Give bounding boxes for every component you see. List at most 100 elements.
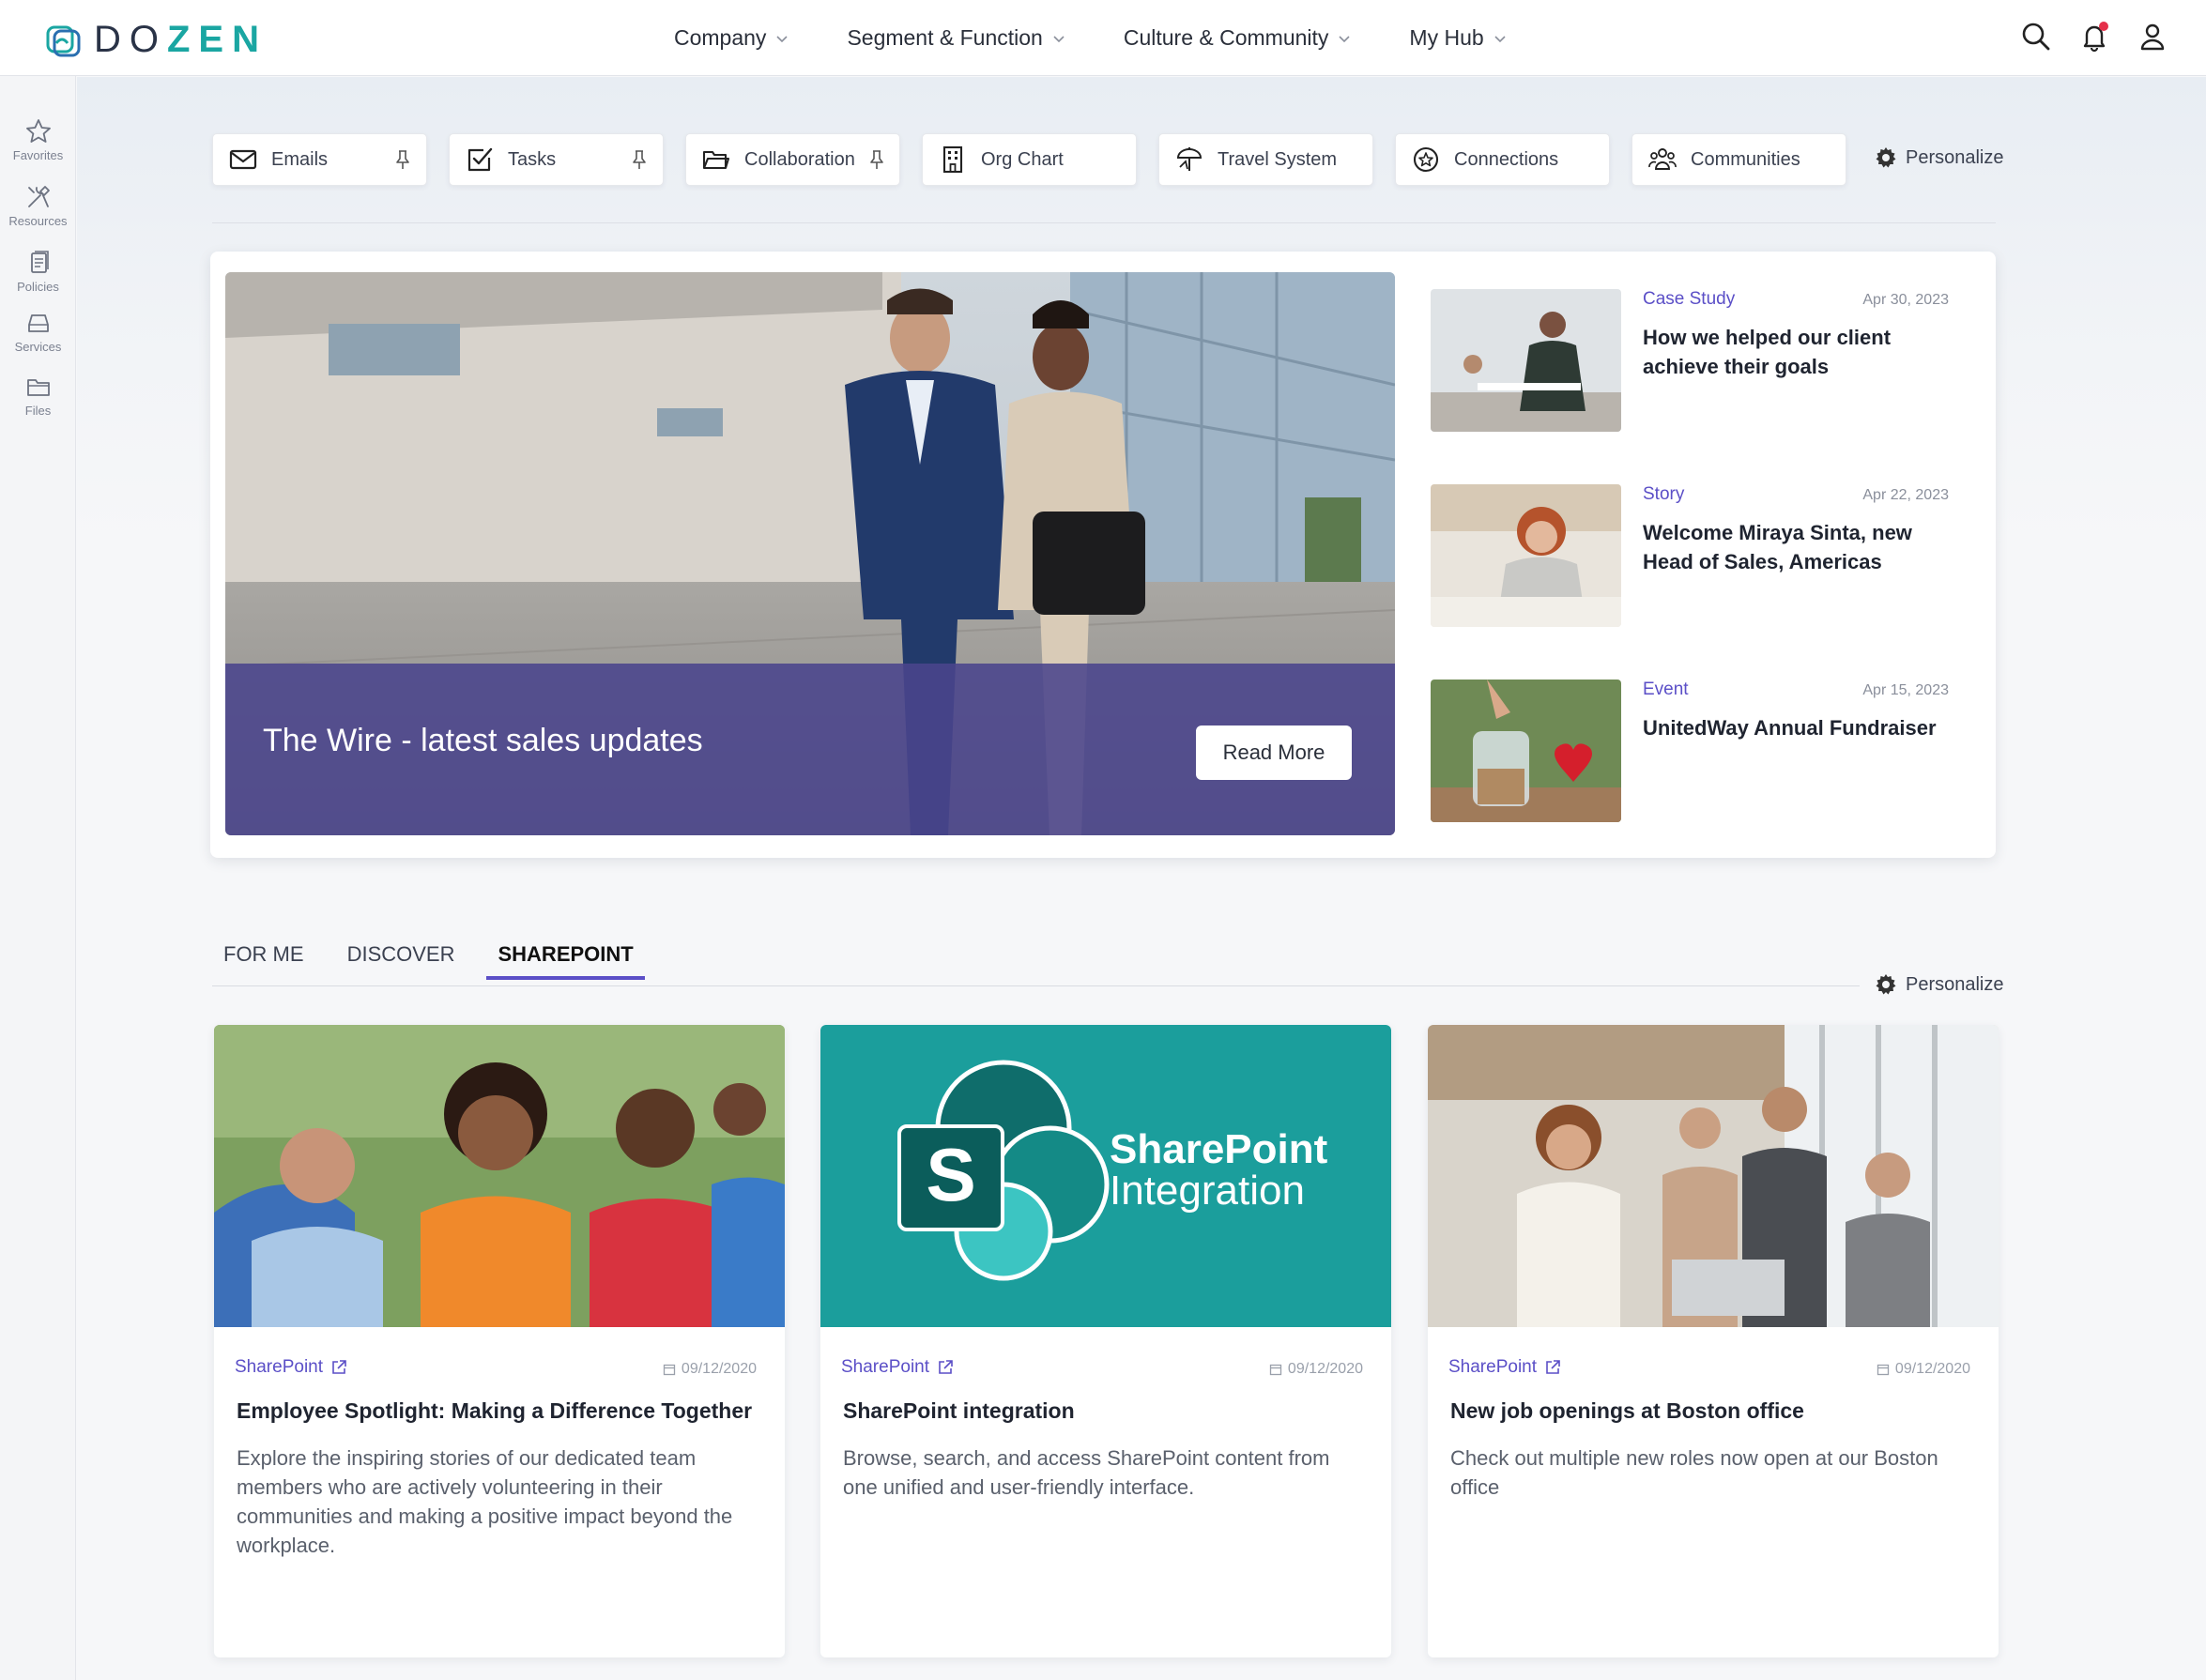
- card-photo: [1428, 1025, 1999, 1327]
- tab-sharepoint[interactable]: SHAREPOINT: [486, 937, 645, 980]
- notification-badge: [2099, 22, 2108, 31]
- quick-link-emails[interactable]: Emails: [212, 133, 427, 186]
- news-category: Case Study: [1643, 289, 1736, 309]
- quick-link-tasks[interactable]: Tasks: [449, 133, 664, 186]
- pin-icon[interactable]: [631, 149, 648, 170]
- star-icon: [25, 119, 51, 143]
- rail-item-services[interactable]: Services: [0, 309, 76, 356]
- quick-link-label: Emails: [271, 148, 329, 170]
- quick-link-label: Tasks: [508, 148, 557, 170]
- tab-discover[interactable]: DISCOVER: [336, 937, 467, 980]
- tab-for-me[interactable]: FOR ME: [212, 937, 315, 980]
- card-description: Check out multiple new roles now open at…: [1450, 1446, 1938, 1499]
- news-date: Apr 30, 2023: [1862, 292, 1949, 308]
- left-rail: Favorites Resources Policies Services Fi…: [0, 76, 76, 1680]
- quick-link-connections[interactable]: Connections: [1395, 133, 1610, 186]
- dozen-logo[interactable]: DOZEN: [45, 19, 268, 61]
- pin-icon[interactable]: [868, 149, 885, 170]
- rail-item-resources[interactable]: Resources: [0, 183, 76, 230]
- tabs-divider: [212, 985, 1860, 986]
- card-source[interactable]: SharePoint: [235, 1357, 347, 1378]
- content-card-boston-jobs[interactable]: SharePoint 09/12/2020 New job openings a…: [1428, 1025, 1999, 1657]
- quick-link-collaboration[interactable]: Collaboration: [685, 133, 900, 186]
- rail-item-label: Favorites: [12, 148, 64, 162]
- nav-item-culture-community[interactable]: Culture & Community: [1124, 25, 1352, 51]
- calendar-icon: [1877, 1364, 1890, 1376]
- quick-link-label: Communities: [1691, 148, 1800, 170]
- content-card-employee-spotlight[interactable]: SharePoint 09/12/2020 Employee Spotlight…: [214, 1025, 785, 1657]
- tools-icon: [27, 186, 50, 207]
- news-item-case-study[interactable]: Case Study Apr 30, 2023 How we helped ou…: [1431, 289, 1975, 439]
- card-source-label: SharePoint: [1448, 1357, 1538, 1377]
- nav-item-label: Culture & Community: [1123, 25, 1329, 50]
- logo-icon: [46, 25, 81, 56]
- read-more-button[interactable]: Read More: [1196, 725, 1352, 780]
- card-description: Explore the inspiring stories of our ded…: [237, 1446, 733, 1557]
- news-thumbnail-photo: [1431, 484, 1621, 627]
- news-item-story[interactable]: Story Apr 22, 2023 Welcome Miraya Sinta,…: [1431, 484, 1975, 634]
- card-source-label: SharePoint: [235, 1357, 324, 1377]
- checkbox-icon: [467, 147, 493, 172]
- chevron-down-icon: [776, 35, 789, 42]
- card-title: Employee Spotlight: Making a Difference …: [237, 1398, 753, 1423]
- card-source[interactable]: SharePoint: [1448, 1357, 1561, 1378]
- nav-item-label: Segment & Function: [847, 25, 1043, 50]
- news-title: Welcome Miraya Sinta, new Head of Sales,…: [1643, 521, 1912, 573]
- personalize-label: Personalize: [1906, 973, 2004, 995]
- card-image: [1428, 1025, 1999, 1327]
- travel-icon: [1176, 147, 1203, 171]
- nav-item-segment-function[interactable]: Segment & Function: [847, 25, 1065, 51]
- user-icon[interactable]: [2137, 21, 2168, 53]
- card-title: SharePoint integration: [843, 1398, 1075, 1423]
- card-photo: [214, 1025, 785, 1327]
- main-menu: Company Segment & Function Culture & Com…: [674, 0, 1565, 76]
- content-tabs: FOR ME DISCOVER SHAREPOINT: [212, 937, 666, 980]
- quick-link-communities[interactable]: Communities: [1632, 133, 1846, 186]
- news-title: UnitedWay Annual Fundraiser: [1643, 716, 1937, 740]
- sharepoint-logo-letter: S: [926, 1133, 976, 1216]
- gear-icon: [1876, 147, 1896, 168]
- card-source[interactable]: SharePoint: [841, 1357, 954, 1378]
- quick-link-label: Collaboration: [744, 148, 855, 170]
- rail-item-favorites[interactable]: Favorites: [0, 117, 76, 164]
- quick-links-bar: Emails Tasks Collaboration Org Chart Tra…: [212, 133, 1846, 186]
- gear-icon: [1876, 974, 1896, 995]
- rail-item-policies[interactable]: Policies: [0, 249, 76, 296]
- star-circle-icon: [1413, 146, 1439, 173]
- content-card-sharepoint-integration[interactable]: S SharePoint Integration SharePoint 09/1…: [820, 1025, 1391, 1657]
- card-date-label: 09/12/2020: [1287, 1361, 1363, 1377]
- hero-title: The Wire - latest sales updates: [263, 723, 703, 758]
- rail-item-label: Resources: [8, 214, 68, 228]
- chevron-down-icon: [1339, 35, 1350, 42]
- rail-item-files[interactable]: Files: [0, 373, 76, 420]
- news-item-event[interactable]: Event Apr 15, 2023 UnitedWay Annual Fund…: [1431, 680, 1975, 830]
- quick-link-travel-system[interactable]: Travel System: [1158, 133, 1373, 186]
- chevron-down-icon: [1053, 35, 1065, 42]
- inbox-icon: [27, 314, 49, 332]
- external-link-icon: [939, 1360, 953, 1374]
- calendar-icon: [663, 1364, 676, 1376]
- quick-link-label: Connections: [1454, 148, 1559, 170]
- search-icon[interactable]: [2020, 21, 2052, 53]
- nav-item-label: Company: [674, 25, 767, 50]
- quick-link-org-chart[interactable]: Org Chart: [922, 133, 1137, 186]
- personalize-quick-links-button[interactable]: Personalize: [1874, 145, 2004, 170]
- top-navigation-bar: DOZEN Company Segment & Function Culture…: [0, 0, 2206, 76]
- featured-news-card: The Wire - latest sales updates Read Mor…: [210, 252, 1996, 858]
- chevron-down-icon: [1494, 35, 1506, 42]
- folder-open-icon: [702, 150, 730, 170]
- card-image: S SharePoint Integration: [820, 1025, 1391, 1327]
- nav-item-company[interactable]: Company: [674, 25, 789, 51]
- divider: [212, 222, 1996, 223]
- sharepoint-banner-title: SharePoint: [1110, 1126, 1328, 1172]
- card-source-label: SharePoint: [841, 1357, 930, 1377]
- pin-icon[interactable]: [394, 149, 411, 170]
- nav-item-my-hub[interactable]: My Hub: [1409, 25, 1506, 51]
- people-icon: [1648, 148, 1677, 170]
- external-link-icon: [332, 1360, 346, 1374]
- card-description: Browse, search, and access SharePoint co…: [843, 1446, 1330, 1499]
- notifications-button[interactable]: [2078, 21, 2110, 53]
- personalize-tabs-button[interactable]: Personalize: [1874, 972, 2004, 997]
- hero-banner[interactable]: The Wire - latest sales updates Read Mor…: [225, 272, 1395, 835]
- news-date: Apr 15, 2023: [1862, 682, 1949, 698]
